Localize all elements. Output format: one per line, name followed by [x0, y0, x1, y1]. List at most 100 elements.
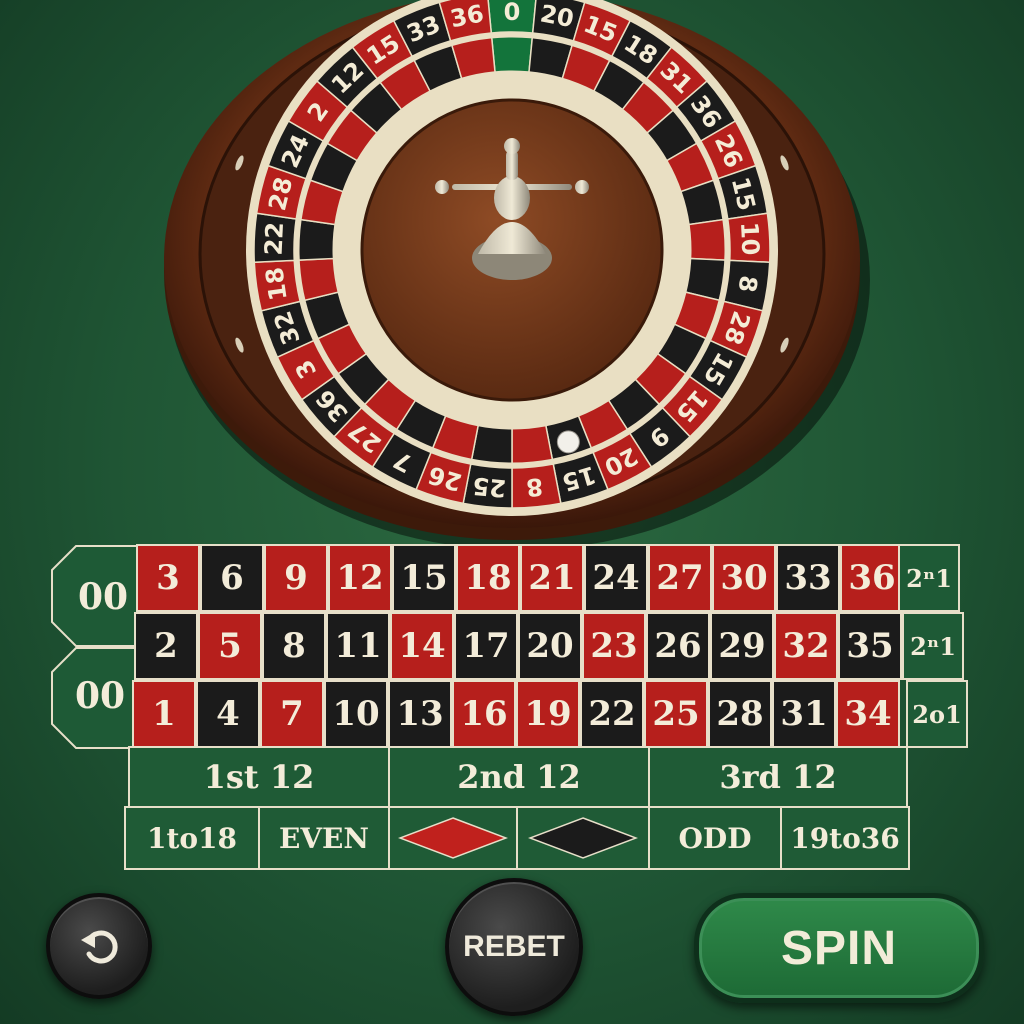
dozen-bet-first[interactable]: 1st 12	[128, 746, 390, 808]
black-diamond-icon	[528, 817, 638, 859]
number-cell-19[interactable]: 19	[516, 680, 580, 748]
number-label: 25	[652, 694, 700, 734]
column-bet-top[interactable]: 2ⁿ1	[898, 544, 960, 612]
number-cell-18[interactable]: 18	[456, 544, 520, 612]
number-label: 24	[592, 558, 640, 598]
number-label: 5	[218, 626, 242, 666]
number-label: 9	[284, 558, 308, 598]
number-cell-7[interactable]: 7	[260, 680, 324, 748]
number-cell-26[interactable]: 26	[646, 612, 710, 680]
number-label: 16	[460, 694, 508, 734]
number-label: 23	[590, 626, 638, 666]
number-label: 3	[156, 558, 180, 598]
number-label: 22	[588, 694, 636, 734]
dozen-bet-second[interactable]: 2nd 12	[388, 746, 650, 808]
high-bet[interactable]: 19to36	[780, 806, 910, 870]
dozen-first-label: 1st 12	[203, 758, 315, 796]
number-cell-23[interactable]: 23	[582, 612, 646, 680]
dozen-third-label: 3rd 12	[719, 758, 837, 796]
undo-button[interactable]	[46, 893, 152, 999]
spin-button[interactable]: SPIN	[694, 893, 984, 1003]
number-label: 12	[336, 558, 384, 598]
number-label: 36	[848, 558, 896, 598]
number-cell-11[interactable]: 11	[326, 612, 390, 680]
number-cell-30[interactable]: 30	[712, 544, 776, 612]
number-label: 1	[152, 694, 176, 734]
number-cell-6[interactable]: 6	[200, 544, 264, 612]
number-label: 26	[654, 626, 702, 666]
number-cell-27[interactable]: 27	[648, 544, 712, 612]
number-cell-24[interactable]: 24	[584, 544, 648, 612]
odd-bet-label: ODD	[678, 821, 752, 855]
number-label: 34	[844, 694, 892, 734]
number-cell-29[interactable]: 29	[710, 612, 774, 680]
red-diamond-icon	[398, 817, 508, 859]
number-cell-28[interactable]: 28	[708, 680, 772, 748]
number-cell-36[interactable]: 36	[840, 544, 904, 612]
number-label: 35	[846, 626, 894, 666]
number-label: 15	[400, 558, 448, 598]
number-cell-14[interactable]: 14	[390, 612, 454, 680]
undo-icon	[81, 930, 118, 964]
zero-label-bottom: 00	[75, 675, 126, 717]
zero-label-top: 00	[78, 576, 129, 618]
number-label: 30	[720, 558, 768, 598]
number-cell-33[interactable]: 33	[776, 544, 840, 612]
rebet-button[interactable]: REBET	[445, 878, 583, 1016]
number-cell-2[interactable]: 2	[134, 612, 198, 680]
black-bet[interactable]	[516, 806, 650, 870]
column-bet-bottom[interactable]: 2o1	[906, 680, 968, 748]
number-cell-9[interactable]: 9	[264, 544, 328, 612]
dozen-second-label: 2nd 12	[457, 758, 581, 796]
number-cell-5[interactable]: 5	[198, 612, 262, 680]
dozen-bet-third[interactable]: 3rd 12	[648, 746, 908, 808]
spin-label: SPIN	[780, 921, 898, 975]
number-label: 6	[220, 558, 244, 598]
number-label: 10	[332, 694, 380, 734]
number-label: 21	[528, 558, 576, 598]
column-bet-middle-label: 2ⁿ1	[910, 631, 956, 661]
column-bet-bottom-label: 2o1	[912, 699, 962, 729]
high-bet-label: 19to36	[790, 821, 900, 855]
number-cell-20[interactable]: 20	[518, 612, 582, 680]
number-label: 14	[398, 626, 446, 666]
even-bet[interactable]: EVEN	[258, 806, 390, 870]
number-cell-22[interactable]: 22	[580, 680, 644, 748]
number-cell-17[interactable]: 17	[454, 612, 518, 680]
number-label: 27	[656, 558, 704, 598]
number-cell-10[interactable]: 10	[324, 680, 388, 748]
number-cell-12[interactable]: 12	[328, 544, 392, 612]
number-cell-31[interactable]: 31	[772, 680, 836, 748]
number-cell-8[interactable]: 8	[262, 612, 326, 680]
number-cell-21[interactable]: 21	[520, 544, 584, 612]
number-label: 33	[784, 558, 832, 598]
number-label: 2	[154, 626, 178, 666]
column-bet-top-label: 2ⁿ1	[906, 563, 952, 593]
number-cell-4[interactable]: 4	[196, 680, 260, 748]
number-label: 29	[718, 626, 766, 666]
number-label: 20	[526, 626, 574, 666]
number-cell-25[interactable]: 25	[644, 680, 708, 748]
betting-table: 00 00 3 6 9 12 15 18 21 24 27 30 33 36 2 5 8 11 14 17 20 23…	[0, 0, 1024, 1024]
number-label: 13	[396, 694, 444, 734]
number-cell-15[interactable]: 15	[392, 544, 456, 612]
column-bet-middle[interactable]: 2ⁿ1	[902, 612, 964, 680]
rebet-label: REBET	[463, 930, 565, 963]
number-cell-34[interactable]: 34	[836, 680, 900, 748]
number-label: 18	[464, 558, 512, 598]
number-label: 4	[216, 694, 240, 734]
number-cell-1[interactable]: 1	[132, 680, 196, 748]
number-cell-3[interactable]: 3	[136, 544, 200, 612]
number-label: 17	[462, 626, 510, 666]
number-label: 11	[334, 626, 382, 666]
number-label: 32	[782, 626, 830, 666]
number-cell-35[interactable]: 35	[838, 612, 902, 680]
number-cell-16[interactable]: 16	[452, 680, 516, 748]
low-bet[interactable]: 1to18	[124, 806, 260, 870]
even-bet-label: EVEN	[278, 821, 369, 855]
low-bet-label: 1to18	[146, 821, 238, 855]
red-bet[interactable]	[388, 806, 518, 870]
number-cell-32[interactable]: 32	[774, 612, 838, 680]
odd-bet[interactable]: ODD	[648, 806, 782, 870]
number-cell-13[interactable]: 13	[388, 680, 452, 748]
